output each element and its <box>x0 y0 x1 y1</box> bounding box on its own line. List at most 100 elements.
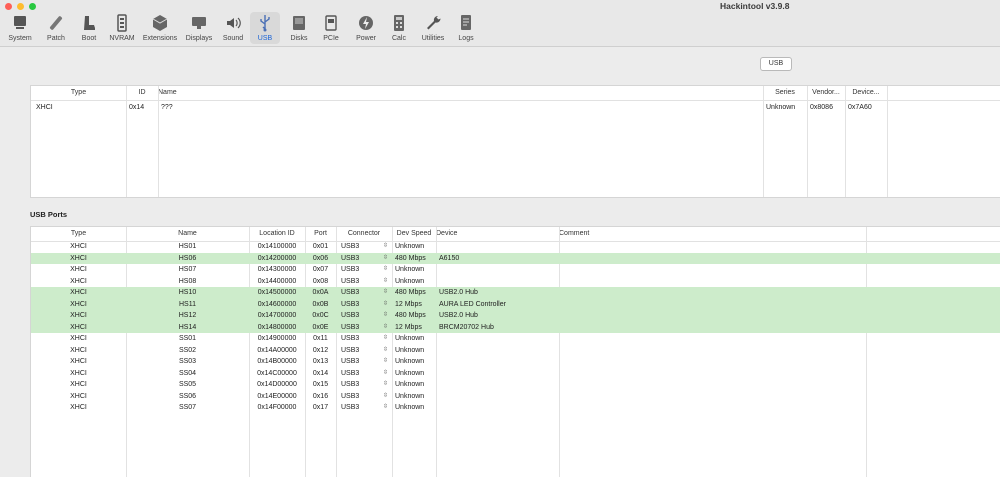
toolbar-button-system[interactable]: System <box>2 12 38 44</box>
column-header-name[interactable]: Name <box>158 86 763 100</box>
toolbar-button-boot[interactable]: Boot <box>74 12 104 44</box>
column-header-device[interactable]: Device <box>436 227 559 241</box>
connector-select[interactable]: USB3 ⇳ <box>341 253 392 265</box>
table-row[interactable]: XHCI HS07 0x14300000 0x07 USB3 ⇳ Unknown <box>31 264 1000 276</box>
cell-port: 0x0C <box>312 312 329 319</box>
cell-speed: Unknown <box>395 404 425 411</box>
cell-comment <box>562 299 866 311</box>
table-row[interactable]: XHCI HS01 0x14100000 0x01 USB3 ⇳ Unknown <box>31 241 1000 253</box>
cell-name: SS01 <box>178 335 197 342</box>
toolbar-label: System <box>8 35 32 42</box>
connector-select[interactable]: USB3 ⇳ <box>341 264 392 276</box>
column-header-type[interactable]: Type <box>31 227 126 241</box>
cell-port: 0x12 <box>312 346 329 354</box>
column-header-device[interactable]: Device... <box>845 86 887 100</box>
column-header-series[interactable]: Series <box>763 86 807 100</box>
connector-select[interactable]: USB3 ⇳ <box>341 276 392 288</box>
table-row[interactable]: XHCI SS03 0x14B00000 0x13 USB3 ⇳ Unknown <box>31 356 1000 368</box>
connector-select[interactable]: USB3 ⇳ <box>341 241 392 253</box>
chevron-updown-icon: ⇳ <box>382 381 388 387</box>
logs-icon <box>457 14 475 32</box>
connector-select[interactable]: USB3 ⇳ <box>341 345 392 357</box>
column-header-name[interactable]: Name <box>126 227 249 241</box>
column-header-port[interactable]: Port <box>305 227 336 241</box>
column-header-connector[interactable]: Connector <box>336 227 392 241</box>
toolbar-button-usb[interactable]: USB <box>250 12 280 44</box>
minimize-window-button[interactable] <box>17 3 24 10</box>
table-row[interactable]: XHCI 0x14??? Unknown 0x8086 0x7A60 <box>31 102 1000 114</box>
window-title: Hackintool v3.9.8 <box>720 1 790 11</box>
table-row[interactable]: XHCI HS06 0x14200000 0x06 USB3 ⇳ 480 Mbps A6150 <box>31 252 1000 265</box>
table-row[interactable]: XHCI SS01 0x14900000 0x11 USB3 ⇳ Unknown <box>31 333 1000 345</box>
cell-name: SS02 <box>178 346 197 354</box>
chevron-updown-icon: ⇳ <box>382 346 388 353</box>
connector-select[interactable]: USB3 ⇳ <box>341 368 392 380</box>
cell-device <box>439 264 559 276</box>
cell-loc: 0x14700000 <box>257 312 297 319</box>
chevron-updown-icon: ⇳ <box>382 404 388 410</box>
cell-loc: 0x14500000 <box>257 289 297 296</box>
chevron-updown-icon: ⇳ <box>382 335 388 341</box>
table-row[interactable]: XHCI SS05 0x14D00000 0x15 USB3 ⇳ Unknown <box>31 379 1000 391</box>
chevron-updown-icon: ⇳ <box>382 323 388 330</box>
cell-speed: 480 Mbps <box>395 312 426 319</box>
toolbar-button-nvram[interactable]: NVRAM <box>106 12 138 44</box>
displays-icon <box>190 14 208 32</box>
cell-port: 0x08 <box>312 277 329 285</box>
toolbar-button-sound[interactable]: Sound <box>218 12 248 44</box>
cell-name: HS11 <box>179 300 196 308</box>
table-row[interactable]: XHCI HS11 0x14600000 0x0B USB3 ⇳ 12 Mbps AURA L… <box>31 298 1000 311</box>
table-row[interactable]: XHCI HS12 0x14700000 0x0C USB3 ⇳ 480 Mbps USB2.… <box>31 310 1000 322</box>
cell-device: USB2.0 Hub <box>439 289 478 296</box>
column-header-location-id[interactable]: Location ID <box>249 227 305 241</box>
table-row[interactable]: XHCI SS02 0x14A00000 0x12 USB3 ⇳ Unknown <box>31 345 1000 357</box>
toolbar-button-patch[interactable]: Patch <box>40 12 72 44</box>
connector-select[interactable]: USB3 ⇳ <box>341 310 392 322</box>
cell-type: XHCI <box>70 277 87 285</box>
toolbar-button-utilities[interactable]: Utilities <box>416 12 450 44</box>
table-row[interactable]: XHCI SS06 0x14E00000 0x16 USB3 ⇳ Unknown <box>31 391 1000 403</box>
table-row[interactable]: XHCI SS07 0x14F00000 0x17 USB3 ⇳ Unknown <box>31 402 1000 414</box>
toolbar-button-extensions[interactable]: Extensions <box>140 12 180 44</box>
cell-name: HS14 <box>178 323 197 331</box>
cell-name: SS04 <box>178 369 197 377</box>
patch-icon <box>47 14 65 32</box>
cell-comment <box>562 368 866 380</box>
chevron-updown-icon: ⇳ <box>382 369 388 376</box>
cell-loc: 0x14F00000 <box>257 404 297 411</box>
column-header-id[interactable]: ID <box>126 86 158 100</box>
connector-select[interactable]: USB3 ⇳ <box>341 299 392 311</box>
close-window-button[interactable] <box>5 3 12 10</box>
chevron-updown-icon: ⇳ <box>382 254 388 261</box>
column-header-type[interactable]: Type <box>31 86 126 100</box>
column-header-comment[interactable]: Comment <box>559 227 866 241</box>
cell-speed: Unknown <box>395 381 425 388</box>
column-header-dev-speed[interactable]: Dev Speed <box>392 227 436 241</box>
table-row[interactable]: XHCI SS04 0x14C00000 0x14 USB3 ⇳ Unknown <box>31 368 1000 380</box>
toolbar-button-power[interactable]: Power <box>349 12 383 44</box>
connector-select[interactable]: USB3 ⇳ <box>341 322 392 334</box>
toolbar-button-disks[interactable]: Disks <box>283 12 315 44</box>
table-row[interactable]: XHCI HS14 0x14800000 0x0E USB3 ⇳ 12 Mbps BRCM20… <box>31 321 1000 334</box>
usb-ports-table: Type Name Location ID Port Connector Dev Spee… <box>30 226 1000 477</box>
connector-select[interactable]: USB3 ⇳ <box>341 391 392 403</box>
connector-select[interactable]: USB3 ⇳ <box>341 402 392 414</box>
toolbar-button-logs[interactable]: Logs <box>451 12 481 44</box>
toolbar-button-displays[interactable]: Displays <box>181 12 217 44</box>
table-row[interactable]: XHCI HS10 0x14500000 0x0A USB3 ⇳ 480 Mbps USB2.… <box>31 287 1000 299</box>
connector-select[interactable]: USB3 ⇳ <box>341 333 392 345</box>
toolbar-button-calc[interactable]: Calc <box>385 12 413 44</box>
connector-select[interactable]: USB3 ⇳ <box>341 287 392 299</box>
zoom-window-button[interactable] <box>29 3 36 10</box>
cell-name: HS08 <box>178 277 197 285</box>
connector-select[interactable]: USB3 ⇳ <box>341 356 392 368</box>
cell-loc: 0x14400000 <box>257 277 297 285</box>
pcie-icon <box>322 14 340 32</box>
connector-select[interactable]: USB3 ⇳ <box>341 379 392 391</box>
table-row[interactable]: XHCI HS08 0x14400000 0x08 USB3 ⇳ Unknown <box>31 276 1000 288</box>
cell-port: 0x16 <box>312 392 329 400</box>
toolbar-label: Patch <box>47 35 65 42</box>
toolbar-button-pcie[interactable]: PCIe <box>316 12 346 44</box>
usb-segment-tab[interactable]: USB <box>760 57 792 71</box>
column-header-vendor[interactable]: Vendor... <box>807 86 845 100</box>
